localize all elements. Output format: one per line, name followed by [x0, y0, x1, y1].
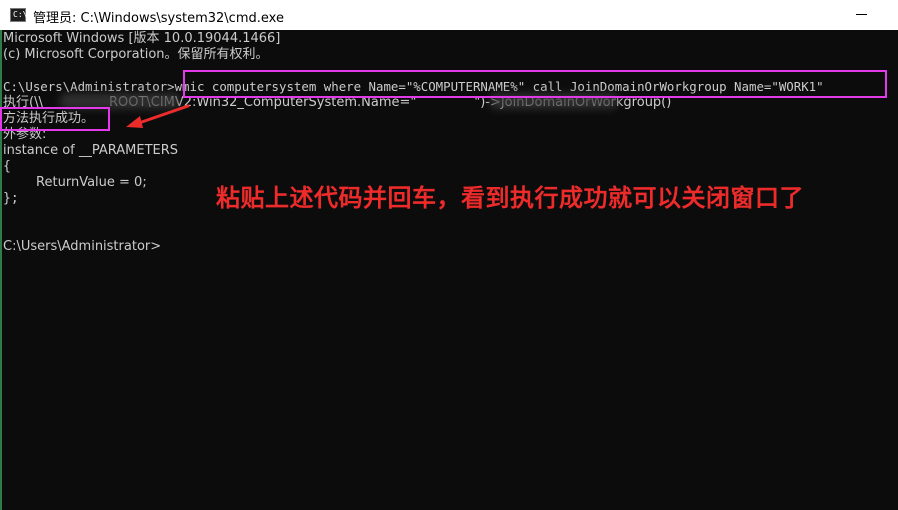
terminal-line: Microsoft Windows [版本 10.0.19044.1466]: [3, 31, 281, 46]
title-bar[interactable]: C:\ 管理员: C:\Windows\system32\cmd.exe: [0, 0, 898, 30]
cmd-icon: C:\: [10, 8, 27, 22]
window-title: 管理员: C:\Windows\system32\cmd.exe: [33, 11, 284, 26]
terminal-line: ReturnValue = 0;: [3, 175, 147, 190]
command-highlight-box: [183, 70, 887, 98]
success-highlight-box: [0, 107, 110, 131]
terminal-line: instance of __PARAMETERS: [3, 143, 179, 158]
window-edge: [0, 30, 2, 510]
cmd-window: C:\ 管理员: C:\Windows\system32\cmd.exe Mic…: [0, 0, 898, 510]
annotation-text: 粘贴上述代码并回车，看到执行成功就可以关闭窗口了: [216, 184, 804, 212]
terminal-line: {: [3, 159, 11, 174]
terminal-line: (c) Microsoft Corporation。保留所有权利。: [3, 47, 269, 62]
arrow-icon: [126, 104, 190, 128]
terminal-line: };: [3, 191, 19, 206]
terminal-prompt: C:\Users\Administrator>: [3, 239, 162, 254]
minimize-button[interactable]: [836, 0, 882, 30]
